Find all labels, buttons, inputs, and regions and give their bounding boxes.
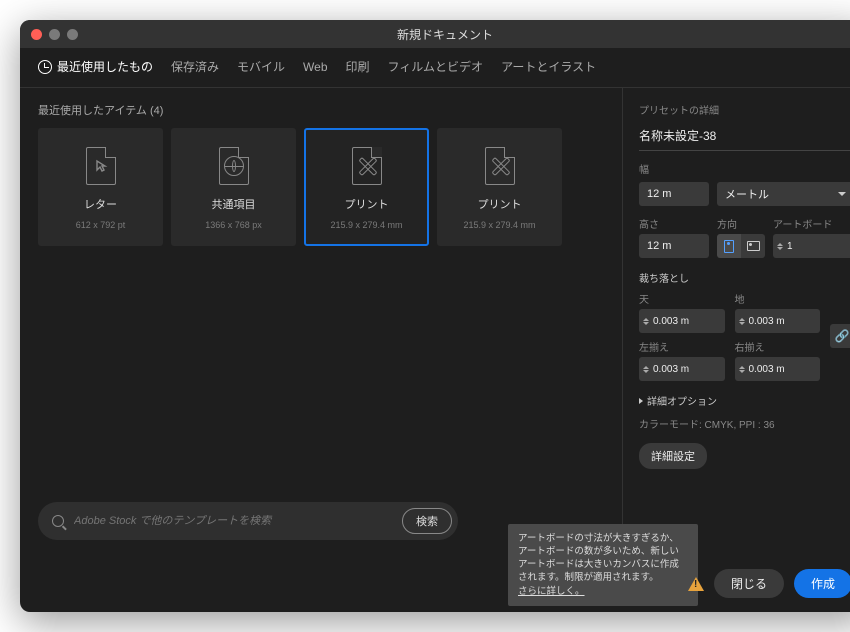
bleed-left-label: 左揃え	[639, 339, 725, 354]
card-title: プリント	[478, 196, 522, 212]
warning-tooltip: アートボードの寸法が大きすぎるか、アートボードの数が多いため、新しいアートボード…	[508, 524, 698, 606]
search-icon	[52, 515, 64, 527]
pen-ruler-icon	[491, 157, 509, 175]
tab-web[interactable]: Web	[303, 60, 327, 76]
preset-name[interactable]: 名称未設定-38	[639, 127, 716, 144]
tab-recent[interactable]: 最近使用したもの	[38, 58, 153, 77]
bleed-bottom-label: 地	[735, 291, 821, 306]
link-icon: 🔗	[835, 329, 850, 343]
preset-card-common[interactable]: 共通項目 1366 x 768 px	[171, 128, 296, 246]
tab-saved[interactable]: 保存済み	[171, 58, 219, 77]
landscape-icon	[747, 241, 760, 251]
height-label: 高さ	[639, 216, 709, 231]
tab-art-illustration[interactable]: アートとイラスト	[501, 58, 596, 77]
search-button[interactable]: 検索	[402, 508, 452, 534]
stepper-down-icon[interactable]	[777, 247, 783, 250]
orientation-portrait-button[interactable]	[717, 234, 741, 258]
preset-name-row: 名称未設定-38	[639, 123, 850, 151]
card-dimensions: 612 x 792 pt	[76, 220, 126, 230]
bleed-top-input[interactable]	[639, 309, 725, 333]
chevron-right-icon	[639, 398, 643, 404]
unit-value: メートル	[725, 186, 769, 202]
recent-items-header: 最近使用したアイテム (4)	[38, 102, 604, 118]
advanced-options-toggle[interactable]: 詳細オプション	[639, 393, 850, 408]
presets-area: 最近使用したアイテム (4) レター 612 x 792 pt 共通項目 136…	[20, 88, 622, 552]
color-mode-info: カラーモード: CMYK, PPI : 36	[639, 416, 850, 431]
document-icon	[219, 147, 249, 185]
width-label: 幅	[639, 161, 850, 176]
bleed-header: 裁ち落とし	[639, 270, 850, 285]
advanced-settings-button[interactable]: 詳細設定	[639, 443, 707, 469]
titlebar: 新規ドキュメント	[20, 20, 850, 48]
portrait-icon	[724, 240, 734, 253]
card-title: プリント	[345, 196, 389, 212]
height-input[interactable]	[639, 234, 709, 258]
bleed-left-input[interactable]	[639, 357, 725, 381]
card-title: レター	[84, 196, 117, 212]
warning-icon	[688, 577, 704, 591]
bleed-right-input[interactable]	[735, 357, 821, 381]
orientation-label: 方向	[717, 216, 765, 231]
document-icon	[352, 147, 382, 185]
window-title: 新規ドキュメント	[20, 26, 850, 43]
globe-icon	[224, 156, 244, 176]
stock-search-bar: 検索	[38, 502, 458, 540]
unit-select[interactable]: メートル	[717, 182, 850, 206]
close-button[interactable]: 閉じる	[714, 569, 784, 598]
preset-card-print-selected[interactable]: プリント 215.9 x 279.4 mm	[304, 128, 429, 246]
tab-label: 最近使用したもの	[57, 58, 153, 75]
bleed-bottom-input[interactable]	[735, 309, 821, 333]
orientation-landscape-button[interactable]	[741, 234, 765, 258]
card-dimensions: 1366 x 768 px	[205, 220, 262, 230]
pen-ruler-icon	[358, 157, 376, 175]
preset-details-panel: プリセットの詳細 名称未設定-38 幅 メートル 高さ 方向	[622, 88, 850, 552]
tab-mobile[interactable]: モバイル	[237, 58, 285, 77]
document-icon	[485, 147, 515, 185]
preset-card-print[interactable]: プリント 215.9 x 279.4 mm	[437, 128, 562, 246]
tab-film-video[interactable]: フィルムとビデオ	[388, 58, 484, 77]
footer: アートボードの寸法が大きすぎるか、アートボードの数が多いため、新しいアートボード…	[20, 552, 850, 612]
artboards-label: アートボード	[773, 216, 850, 231]
card-dimensions: 215.9 x 279.4 mm	[463, 220, 535, 230]
stepper-up-icon[interactable]	[777, 243, 783, 246]
chevron-down-icon	[838, 192, 846, 196]
card-dimensions: 215.9 x 279.4 mm	[330, 220, 402, 230]
new-document-dialog: 新規ドキュメント 最近使用したもの 保存済み モバイル Web 印刷 フィルムと…	[20, 20, 850, 612]
category-tabs: 最近使用したもの 保存済み モバイル Web 印刷 フィルムとビデオ アートとイ…	[20, 48, 850, 88]
card-title: 共通項目	[212, 196, 256, 212]
panel-header: プリセットの詳細	[639, 102, 850, 117]
preset-card-letter[interactable]: レター 612 x 792 pt	[38, 128, 163, 246]
bleed-top-label: 天	[639, 291, 725, 306]
tab-print[interactable]: 印刷	[346, 58, 370, 77]
tooltip-learn-more-link[interactable]: さらに詳しく。	[518, 586, 585, 597]
link-bleed-button[interactable]: 🔗	[830, 324, 850, 348]
tooltip-text: アートボードの寸法が大きすぎるか、アートボードの数が多いため、新しいアートボード…	[518, 533, 679, 584]
search-input[interactable]	[74, 515, 392, 527]
width-input[interactable]	[639, 182, 709, 206]
artboards-stepper[interactable]	[773, 234, 850, 258]
clock-icon	[38, 60, 52, 74]
create-button[interactable]: 作成	[794, 569, 850, 598]
preset-cards: レター 612 x 792 pt 共通項目 1366 x 768 px プリント…	[38, 128, 604, 246]
bleed-right-label: 右揃え	[735, 339, 821, 354]
document-icon	[86, 147, 116, 185]
